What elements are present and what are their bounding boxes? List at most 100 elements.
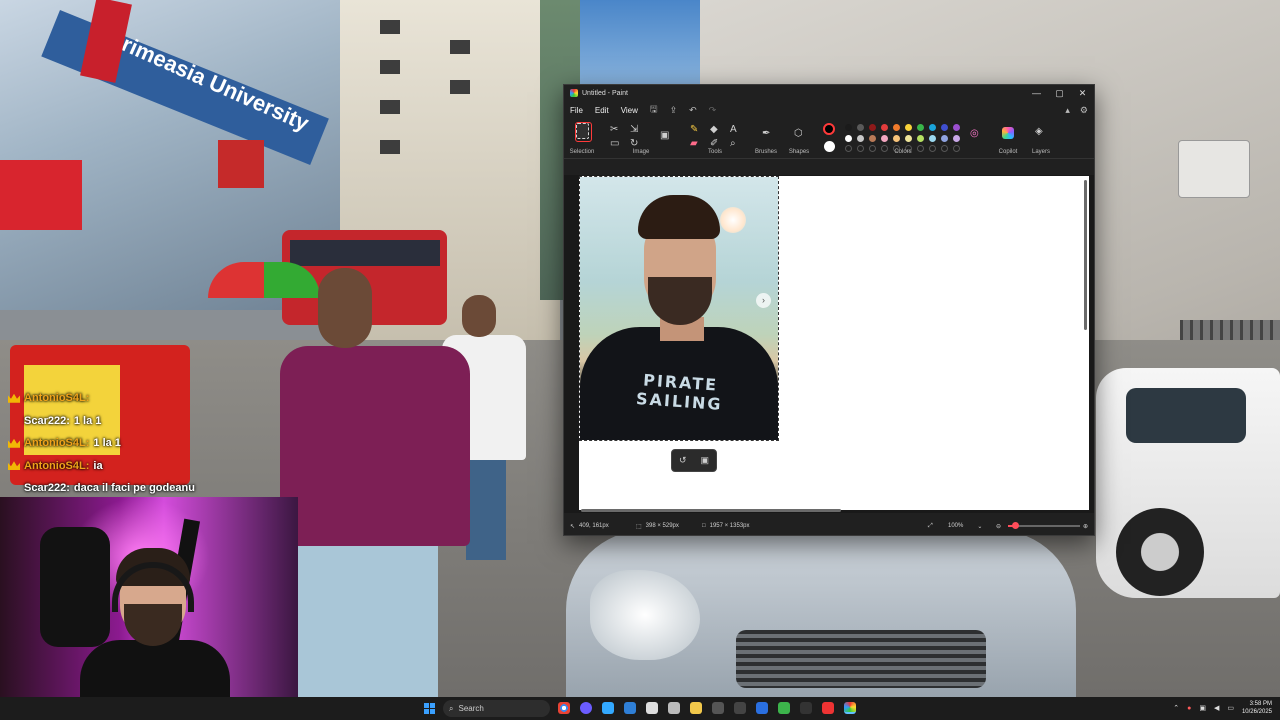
redo-icon[interactable]: ↷ (709, 105, 717, 116)
eraser-icon[interactable]: ▰ (690, 139, 698, 149)
magnifier-icon[interactable]: ⌕ (730, 139, 736, 149)
share-icon[interactable]: ⇪ (670, 105, 678, 116)
color-swatch[interactable] (845, 135, 852, 142)
empty-color-slot[interactable] (953, 145, 960, 152)
capcut-icon[interactable] (734, 702, 746, 714)
close-icon[interactable]: ✕ (1071, 88, 1094, 99)
battery-icon[interactable]: ▭ (1227, 704, 1234, 712)
color-swatch[interactable] (905, 135, 912, 142)
color-swatch[interactable] (953, 124, 960, 131)
discord-icon[interactable] (580, 702, 592, 714)
save-icon[interactable]: 🖫 (650, 102, 658, 118)
layers-icon[interactable]: ◈ (1035, 127, 1043, 137)
pencil-icon[interactable]: ✎ (690, 125, 698, 135)
empty-color-slot[interactable] (917, 145, 924, 152)
zoom-slider[interactable] (1008, 522, 1080, 529)
color-swatch[interactable] (857, 124, 864, 131)
menu-file[interactable]: File (570, 106, 583, 115)
browser-icon[interactable] (756, 702, 768, 714)
color-swatch[interactable] (881, 135, 888, 142)
taskbar-search[interactable]: ⌕ Search (443, 700, 550, 717)
color-swatch[interactable] (941, 124, 948, 131)
app-icon[interactable] (646, 702, 658, 714)
color-swatch[interactable] (905, 124, 912, 131)
rotate-icon[interactable]: ↻ (630, 139, 638, 149)
fill-icon[interactable]: ◆ (710, 125, 718, 135)
telegram-icon[interactable] (602, 702, 614, 714)
menu-edit[interactable]: Edit (595, 106, 609, 115)
chrome-icon[interactable] (558, 702, 570, 714)
color-swatch[interactable] (929, 135, 936, 142)
empty-color-slot[interactable] (869, 145, 876, 152)
record-icon[interactable] (822, 702, 834, 714)
color-swatch[interactable] (845, 124, 852, 131)
zoom-in-icon[interactable]: ⊕ (1083, 523, 1088, 530)
zoom-dropdown[interactable]: 100% ⌄ (948, 523, 982, 530)
color-swatch[interactable] (893, 135, 900, 142)
paint-taskbar-icon[interactable] (844, 702, 856, 714)
remove-background-icon[interactable]: ▣ (660, 131, 669, 141)
color-swatch[interactable] (941, 135, 948, 142)
empty-color-slot[interactable] (881, 145, 888, 152)
empty-color-slot[interactable] (929, 145, 936, 152)
primary-color-swatch[interactable] (823, 123, 835, 135)
drawing-canvas[interactable]: PIRATE SAILING › ↺ ▣ (579, 176, 1089, 510)
network-icon[interactable]: ▣ (1199, 704, 1206, 712)
resize-icon[interactable]: ⇲ (630, 125, 638, 135)
microphone-icon[interactable]: ● (1187, 705, 1191, 712)
vscode-icon[interactable] (624, 702, 636, 714)
empty-color-slot[interactable] (845, 145, 852, 152)
crop-selection-icon[interactable]: ▣ (701, 455, 710, 466)
selection-size-text: 398 × 529px (645, 523, 679, 529)
notepad-icon[interactable] (668, 702, 680, 714)
crop-icon[interactable]: ✂ (610, 125, 618, 135)
color-swatch[interactable] (929, 124, 936, 131)
color-swatch[interactable] (917, 135, 924, 142)
empty-color-slot[interactable] (941, 145, 948, 152)
paint-window[interactable]: Untitled - Paint — ▢ ✕ File Edit View 🖫 … (563, 84, 1095, 536)
fit-to-window[interactable]: ⤢ (928, 523, 933, 530)
account-icon[interactable]: ▴ (1065, 105, 1070, 116)
text-icon[interactable]: A (730, 125, 737, 135)
color-swatch[interactable] (881, 124, 888, 131)
color-picker-icon[interactable]: ✐ (710, 139, 718, 149)
color-swatch[interactable] (953, 135, 960, 142)
copilot-icon[interactable] (1002, 127, 1014, 139)
clock[interactable]: 3:58 PM 10/26/2025 (1242, 700, 1272, 716)
terminal-icon[interactable] (712, 702, 724, 714)
fit-window-icon[interactable]: ⤢ (928, 523, 933, 530)
selection-tool-icon[interactable] (575, 122, 592, 142)
color-wheel-icon[interactable]: ◎ (970, 129, 979, 139)
minimize-icon[interactable]: — (1025, 88, 1048, 99)
shapes-icon[interactable]: ⬡ (794, 129, 803, 139)
image-select-icon[interactable]: ▭ (610, 139, 619, 149)
windows-start-icon[interactable] (424, 703, 435, 714)
obs-icon[interactable] (800, 702, 812, 714)
settings-icon[interactable]: ⚙ (1080, 105, 1088, 116)
color-swatch[interactable] (869, 124, 876, 131)
file-explorer-icon[interactable] (690, 702, 702, 714)
brush-icon[interactable]: ✒ (762, 129, 770, 139)
secondary-color-swatch[interactable] (824, 141, 835, 152)
empty-color-slot[interactable] (857, 145, 864, 152)
color-swatch[interactable] (917, 124, 924, 131)
chevron-up-icon[interactable]: ⌃ (1173, 704, 1179, 712)
title-bar[interactable]: Untitled - Paint — ▢ ✕ (564, 85, 1094, 101)
xbox-icon[interactable] (778, 702, 790, 714)
menu-view[interactable]: View (621, 106, 638, 115)
vertical-scrollbar[interactable] (1084, 180, 1087, 330)
pasted-photo-selection[interactable]: PIRATE SAILING › (579, 176, 779, 441)
color-swatch[interactable] (869, 135, 876, 142)
undo-icon[interactable]: ↶ (689, 105, 697, 116)
volume-icon[interactable]: ◀ (1214, 704, 1219, 712)
streamer (80, 548, 230, 697)
zoom-out-icon[interactable]: ⊖ (996, 523, 1001, 530)
color-swatch[interactable] (893, 124, 900, 131)
zoom-slider-handle[interactable] (1012, 522, 1020, 529)
maximize-icon[interactable]: ▢ (1048, 88, 1071, 99)
chevron-right-icon[interactable]: › (756, 293, 771, 308)
rotate-selection-icon[interactable]: ↺ (679, 455, 687, 466)
color-swatch[interactable] (857, 135, 864, 142)
canvas-workspace[interactable]: PIRATE SAILING › ↺ ▣ (564, 175, 1094, 513)
horizontal-scrollbar[interactable] (581, 509, 841, 512)
